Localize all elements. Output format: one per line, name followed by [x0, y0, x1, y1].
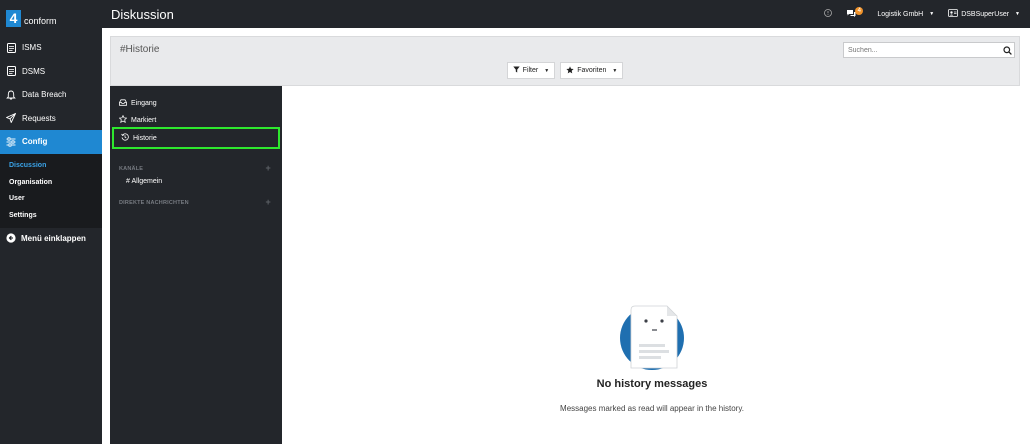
- company-dropdown[interactable]: Logistik GmbH ▼: [877, 11, 934, 18]
- subnav-item-discussion[interactable]: Discussion: [0, 158, 102, 175]
- history-icon: [121, 133, 129, 143]
- sidebar-item-label: ISMS: [22, 43, 42, 53]
- favorites-label: Favoriten: [577, 67, 607, 74]
- config-subnav: Discussion Organisation User Settings: [0, 153, 102, 228]
- app-root: 4 conform ISMS DSMS Data Breach Requests…: [0, 0, 1030, 444]
- caret-down-icon: ▼: [929, 11, 935, 17]
- star-icon: [566, 65, 574, 76]
- direct-messages-section-header: DIREKTE NACHRICHTEN +: [119, 197, 271, 207]
- search-icon[interactable]: [1000, 45, 1014, 55]
- sidebar-item-label: Data Breach: [22, 90, 67, 100]
- channels-section-header: KANÄLE +: [119, 163, 271, 173]
- caret-down-icon: ▼: [612, 67, 618, 74]
- chat-badge: 4: [855, 7, 864, 15]
- filter-icon: [512, 66, 520, 75]
- channel-title: #Historie: [120, 44, 160, 55]
- channel-sidebar: Eingang Markiert Historie KANÄLE + # All…: [110, 86, 282, 444]
- channel-item-label: Eingang: [131, 99, 157, 107]
- app-sidebar: 4 conform ISMS DSMS Data Breach Requests…: [0, 0, 108, 444]
- inbox-icon: [119, 98, 127, 108]
- question-circle-icon: [824, 9, 833, 19]
- channel-item-general[interactable]: # Allgemein: [126, 178, 162, 185]
- user-avatar-icon: [948, 9, 959, 19]
- page-title: Diskussion: [111, 6, 174, 22]
- help-button[interactable]: [824, 9, 833, 19]
- channel-item-inbox[interactable]: Eingang: [112, 94, 280, 112]
- company-label: Logistik GmbH: [877, 10, 924, 18]
- section-label: KANÄLE: [119, 166, 144, 172]
- logo-text: conform: [24, 16, 57, 26]
- bell-icon: [6, 90, 16, 100]
- document-icon: [6, 66, 16, 77]
- caret-down-icon: ▼: [1015, 11, 1020, 17]
- section-label: DIREKTE NACHRICHTEN: [119, 200, 189, 206]
- filter-button[interactable]: Filter ▼: [506, 62, 556, 79]
- sidebar-item-dsms[interactable]: DSMS: [0, 60, 102, 84]
- empty-state: No history messages Messages marked as r…: [282, 300, 1022, 413]
- paper-plane-icon: [6, 113, 16, 124]
- caret-down-icon: ▼: [544, 67, 550, 74]
- add-direct-message-icon[interactable]: +: [266, 197, 271, 207]
- logo-mark: 4: [6, 9, 21, 27]
- filter-bar: Filter ▼ Favoriten ▼: [111, 62, 1019, 79]
- search-box: [843, 42, 1015, 58]
- channel-item-history[interactable]: Historie: [112, 127, 280, 149]
- topbar: Diskussion 4 Logistik GmbH ▼ DSBSuperUse…: [102, 0, 1030, 28]
- arrow-left-circle-icon: [6, 233, 16, 245]
- main-nav: ISMS DSMS Data Breach Requests Config Di…: [0, 36, 108, 250]
- subnav-item-user[interactable]: User: [0, 191, 102, 208]
- sidebar-item-label: DSMS: [22, 66, 46, 76]
- star-icon: [118, 114, 128, 125]
- add-channel-icon[interactable]: +: [266, 163, 271, 173]
- sidebar-item-config[interactable]: Config: [0, 130, 108, 154]
- channel-item-label: Historie: [133, 134, 157, 142]
- sidebar-item-isms[interactable]: ISMS: [0, 36, 102, 60]
- sliders-icon: [6, 137, 16, 147]
- document-icon: [6, 42, 16, 53]
- chat-notifications-button[interactable]: 4: [846, 7, 864, 19]
- empty-document-illustration: [617, 300, 687, 370]
- empty-state-title: No history messages: [596, 378, 708, 390]
- collapse-menu-label: Menü einklappen: [21, 234, 86, 244]
- search-input[interactable]: [844, 43, 1000, 57]
- sidebar-item-data-breach[interactable]: Data Breach: [0, 83, 102, 107]
- user-dropdown[interactable]: DSBSuperUser ▼: [948, 9, 1020, 19]
- subnav-item-settings[interactable]: Settings: [0, 207, 102, 224]
- user-label: DSBSuperUser: [961, 10, 1010, 18]
- topbar-actions: 4 Logistik GmbH ▼ DSBSuperUser ▼: [824, 7, 1030, 19]
- collapse-menu-button[interactable]: Menü einklappen: [0, 228, 102, 250]
- sidebar-item-label: Config: [22, 137, 48, 147]
- sidebar-item-requests[interactable]: Requests: [0, 107, 102, 131]
- filter-label: Filter: [522, 67, 539, 74]
- favorites-button[interactable]: Favoriten ▼: [560, 62, 624, 79]
- empty-state-subtitle: Messages marked as read will appear in t…: [560, 404, 744, 413]
- sidebar-item-label: Requests: [22, 113, 56, 123]
- subnav-item-organisation[interactable]: Organisation: [0, 174, 102, 191]
- logo[interactable]: 4 conform: [0, 0, 102, 36]
- discussion-header: #Historie Filter ▼ Favoriten ▼: [110, 36, 1020, 86]
- channel-item-label: Markiert: [131, 116, 157, 124]
